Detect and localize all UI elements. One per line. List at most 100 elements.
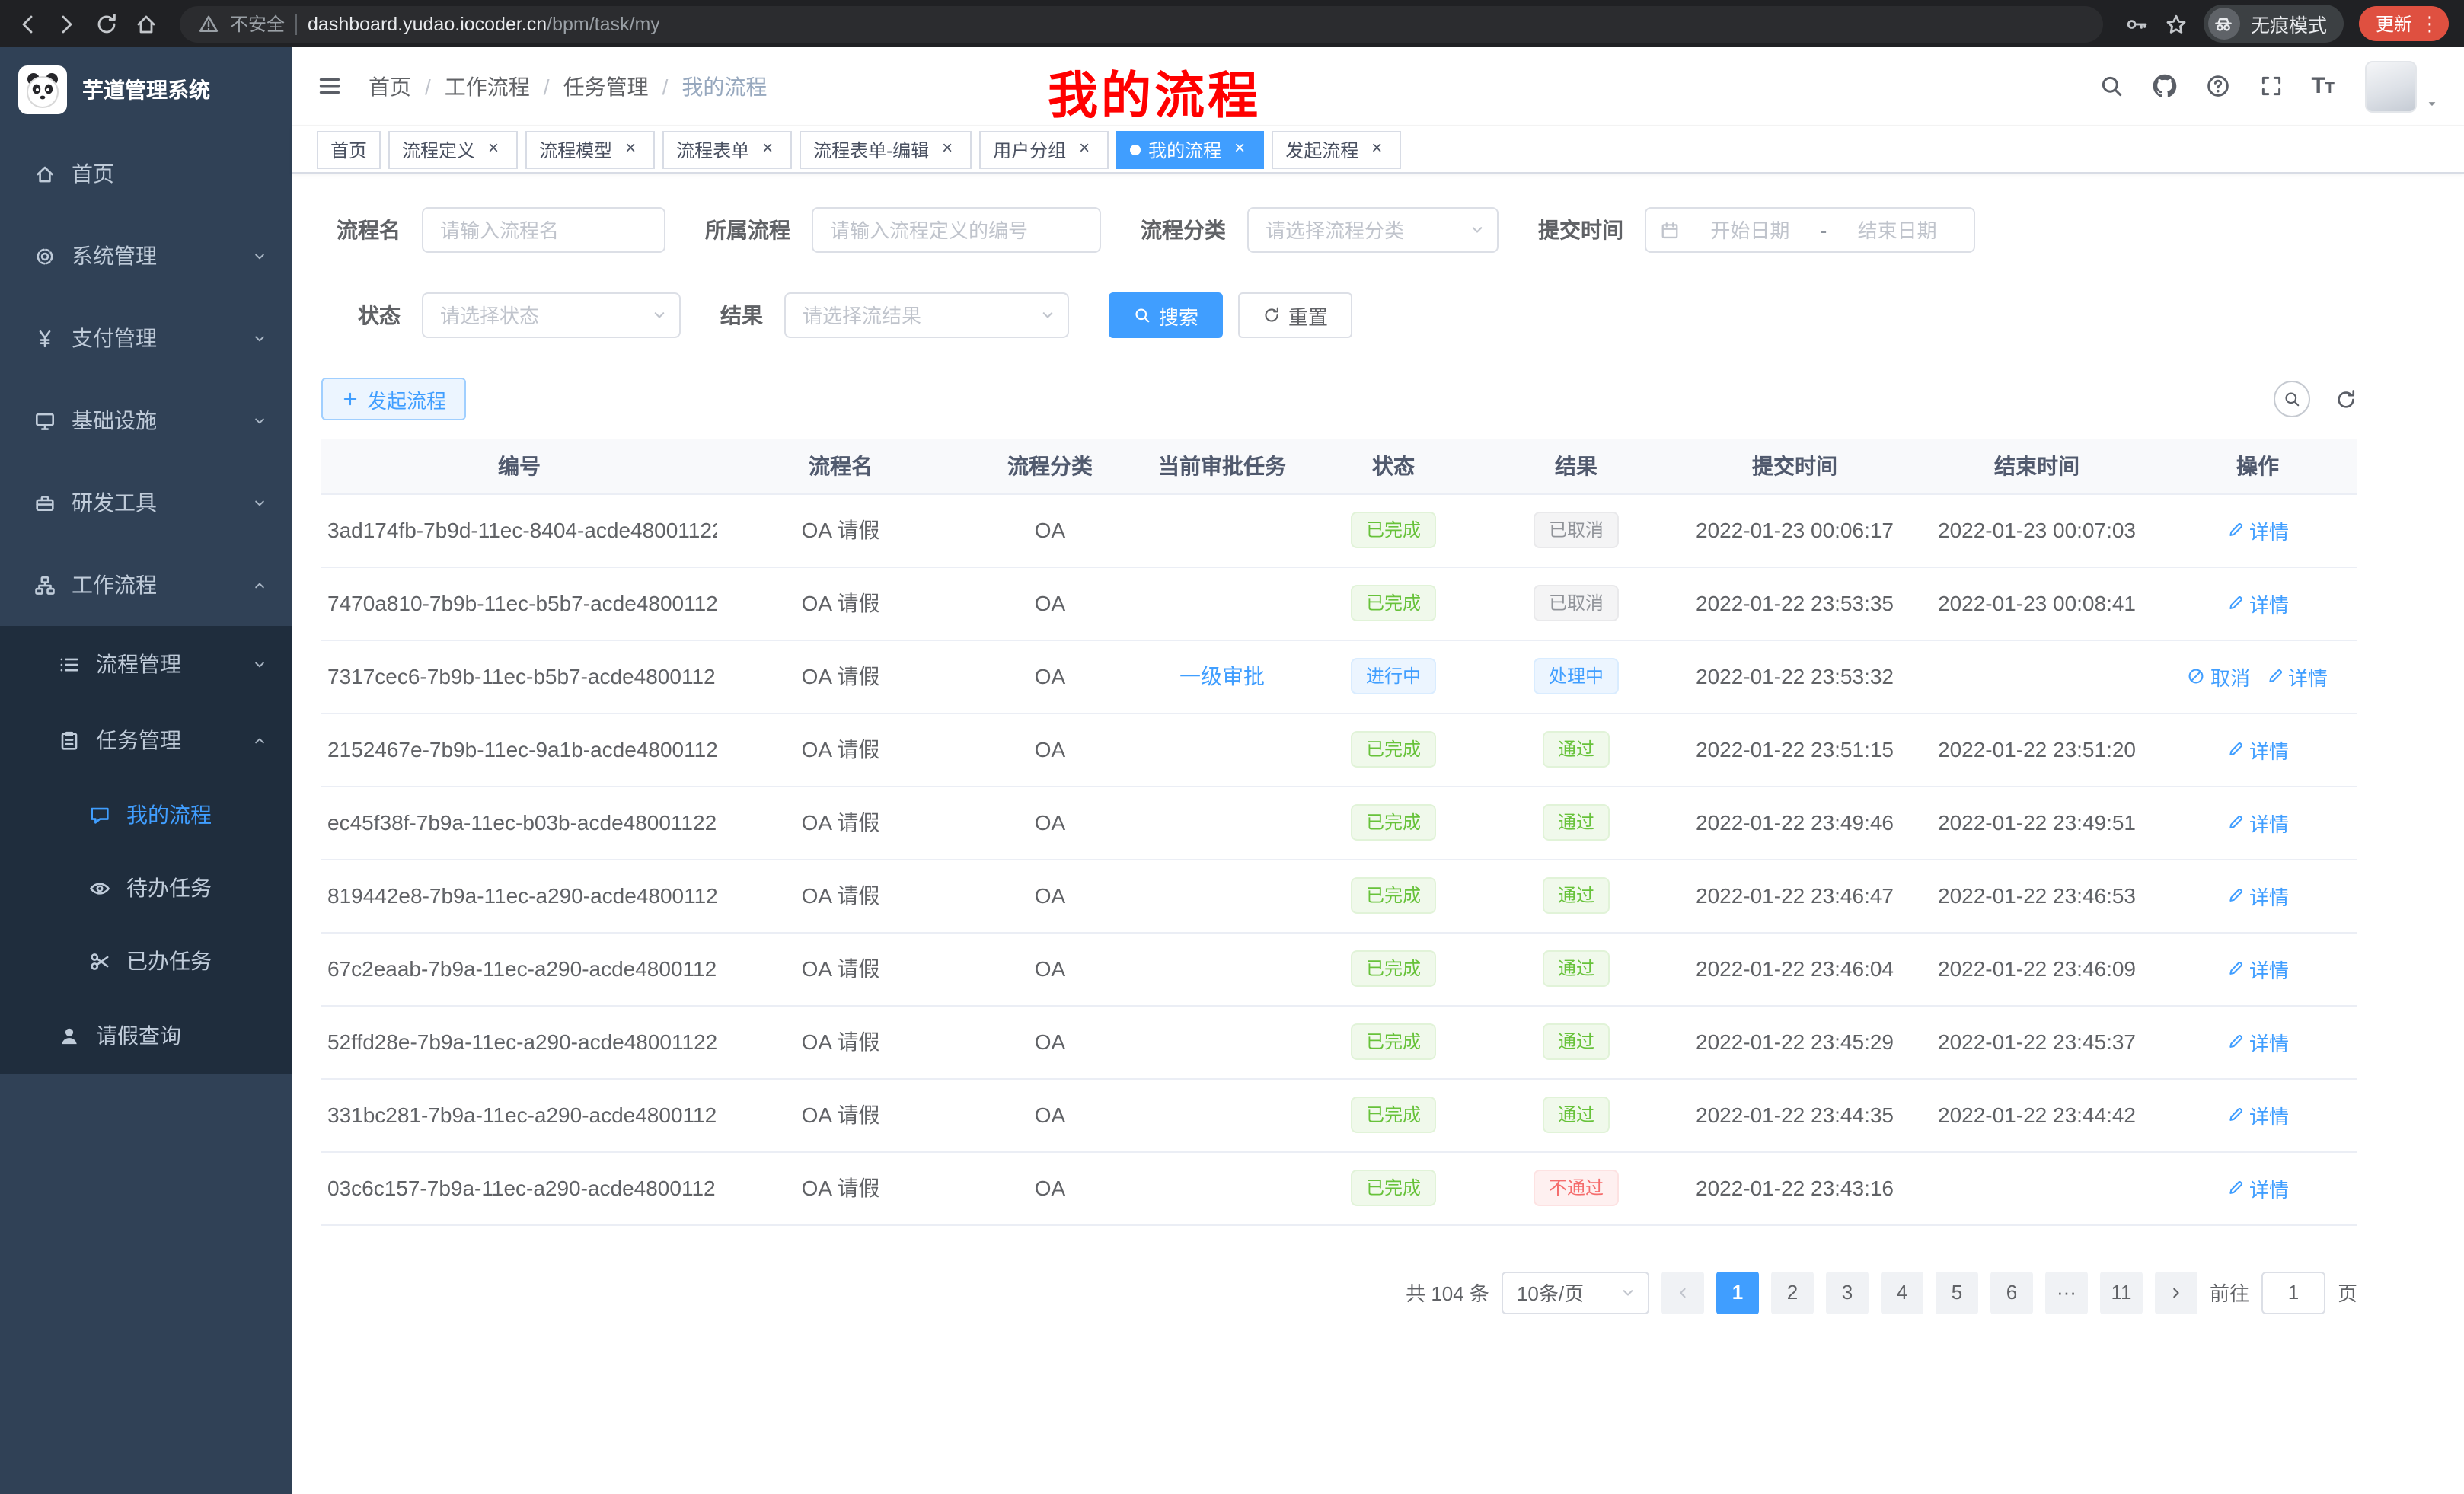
- tab-home[interactable]: 首页: [317, 130, 381, 168]
- detail-link[interactable]: 详情: [2265, 662, 2328, 691]
- address-bar[interactable]: 不安全 dashboard.yudao.iocoder.cn/bpm/task/…: [180, 5, 2103, 42]
- sidebar-toggle-icon[interactable]: [317, 73, 343, 99]
- detail-link[interactable]: 详情: [2226, 1100, 2289, 1129]
- page-ellipsis[interactable]: ···: [2045, 1271, 2088, 1314]
- sidebar-item-devtools[interactable]: 研发工具: [0, 461, 292, 544]
- goto-page-input[interactable]: [2261, 1271, 2325, 1314]
- sidebar-item-workflow[interactable]: 工作流程: [0, 544, 292, 626]
- detail-link[interactable]: 详情: [2226, 1027, 2289, 1056]
- detail-link[interactable]: 详情: [2226, 1173, 2289, 1202]
- tab-close-icon[interactable]: ×: [1229, 139, 1250, 160]
- page-button-4[interactable]: 4: [1881, 1271, 1923, 1314]
- browser-reload-icon[interactable]: [94, 11, 119, 36]
- detail-link[interactable]: 详情: [2226, 954, 2289, 983]
- browser-forward-icon[interactable]: [55, 11, 79, 36]
- tab-process-form-edit[interactable]: 流程表单-编辑×: [800, 130, 972, 168]
- sidebar-item-home[interactable]: 首页: [0, 132, 292, 215]
- sidebar-item-leave-query[interactable]: 请假查询: [0, 998, 292, 1074]
- page-size-select[interactable]: 10条/页: [1502, 1271, 1649, 1314]
- sidebar-item-process-mgmt[interactable]: 流程管理: [0, 626, 292, 702]
- process-def-input[interactable]: [812, 207, 1101, 253]
- start-date-input[interactable]: [1687, 219, 1813, 241]
- toolbar-right: [2274, 381, 2357, 417]
- process-name-input[interactable]: [422, 207, 665, 253]
- detail-link[interactable]: 详情: [2226, 735, 2289, 764]
- sidebar-item-todo-tasks[interactable]: 待办任务: [0, 851, 292, 924]
- search-button[interactable]: 搜索: [1109, 292, 1223, 338]
- password-key-icon[interactable]: [2124, 11, 2149, 36]
- status-tag: 已完成: [1351, 804, 1436, 841]
- cell-result: 通过: [1479, 713, 1674, 786]
- sidebar-item-task-mgmt[interactable]: 任务管理: [0, 702, 292, 778]
- app-logo-row[interactable]: 芋道管理系统: [0, 47, 292, 132]
- detail-link[interactable]: 详情: [2226, 589, 2289, 618]
- tab-close-icon[interactable]: ×: [483, 139, 504, 160]
- chevron-down-icon: [251, 494, 268, 511]
- process-def-label: 所属流程: [705, 215, 790, 245]
- browser-home-icon[interactable]: [134, 11, 158, 36]
- sidebar-item-done-tasks[interactable]: 已办任务: [0, 924, 292, 998]
- tags-view-bar: 首页流程定义×流程模型×流程表单×流程表单-编辑×用户分组×我的流程×发起流程×: [292, 126, 2464, 174]
- detail-link[interactable]: 详情: [2226, 881, 2289, 910]
- not-secure-warning-icon: [198, 13, 219, 34]
- result-tag: 处理中: [1534, 658, 1619, 694]
- current-task-link[interactable]: 一级审批: [1179, 664, 1265, 688]
- tab-close-icon[interactable]: ×: [1366, 139, 1387, 160]
- app-title: 芋道管理系统: [82, 75, 210, 105]
- sidebar-item-payment[interactable]: 支付管理: [0, 297, 292, 379]
- sidebar-item-my-process[interactable]: 我的流程: [0, 778, 292, 851]
- page-button-6[interactable]: 6: [1990, 1271, 2033, 1314]
- next-page-button[interactable]: [2155, 1271, 2197, 1314]
- tab-close-icon[interactable]: ×: [1074, 139, 1095, 160]
- font-size-icon[interactable]: TT: [2311, 75, 2335, 97]
- cell-process-name: OA 请假: [717, 567, 964, 640]
- result-select[interactable]: [784, 292, 1069, 338]
- security-label: 不安全: [230, 11, 285, 37]
- search-icon[interactable]: [2098, 73, 2124, 99]
- cancel-link[interactable]: 取消: [2188, 662, 2250, 691]
- tab-user-group[interactable]: 用户分组×: [979, 130, 1109, 168]
- cell-result: 通过: [1479, 1078, 1674, 1151]
- tab-close-icon[interactable]: ×: [937, 139, 958, 160]
- user-avatar[interactable]: [2365, 60, 2440, 112]
- help-icon[interactable]: [2204, 73, 2230, 99]
- breadcrumb-item[interactable]: 首页: [369, 71, 411, 101]
- fullscreen-icon[interactable]: [2258, 73, 2284, 99]
- cell-status: 已完成: [1308, 1005, 1479, 1078]
- category-select[interactable]: [1247, 207, 1499, 253]
- page-button-2[interactable]: 2: [1771, 1271, 1814, 1314]
- tab-process-form[interactable]: 流程表单×: [662, 130, 792, 168]
- start-process-button[interactable]: 发起流程: [321, 378, 466, 420]
- cell-submit-time: 2022-01-22 23:46:04: [1674, 932, 1916, 1005]
- toggle-search-button[interactable]: [2274, 381, 2310, 417]
- detail-link[interactable]: 详情: [2226, 516, 2289, 544]
- browser-update-button[interactable]: 更新 ⋮: [2359, 6, 2449, 41]
- tab-start-process[interactable]: 发起流程×: [1272, 130, 1401, 168]
- status-tag: 已完成: [1351, 585, 1436, 621]
- reset-button[interactable]: 重置: [1238, 292, 1352, 338]
- incognito-profile-chip[interactable]: 无痕模式: [2204, 5, 2344, 43]
- breadcrumb-item[interactable]: 任务管理: [563, 71, 649, 101]
- breadcrumb-item[interactable]: 工作流程: [445, 71, 530, 101]
- tab-process-definition[interactable]: 流程定义×: [388, 130, 518, 168]
- status-select[interactable]: [422, 292, 681, 338]
- tab-close-icon[interactable]: ×: [757, 139, 778, 160]
- tab-my-process[interactable]: 我的流程×: [1116, 130, 1264, 168]
- end-date-input[interactable]: [1834, 219, 1960, 241]
- page-button-11[interactable]: 11: [2100, 1271, 2143, 1314]
- submit-time-range-picker[interactable]: -: [1645, 207, 1975, 253]
- github-icon[interactable]: [2151, 73, 2177, 99]
- browser-back-icon[interactable]: [15, 11, 40, 36]
- bookmark-star-icon[interactable]: [2164, 11, 2188, 36]
- sidebar-item-infrastructure[interactable]: 基础设施: [0, 379, 292, 461]
- chevron-down-icon: [251, 247, 268, 264]
- page-button-5[interactable]: 5: [1936, 1271, 1978, 1314]
- tab-process-model[interactable]: 流程模型×: [525, 130, 655, 168]
- tab-close-icon[interactable]: ×: [620, 139, 641, 160]
- page-button-1[interactable]: 1: [1716, 1271, 1759, 1314]
- sidebar-item-system[interactable]: 系统管理: [0, 215, 292, 297]
- refresh-table-button[interactable]: [2335, 388, 2357, 410]
- prev-page-button[interactable]: [1661, 1271, 1704, 1314]
- detail-link[interactable]: 详情: [2226, 808, 2289, 837]
- page-button-3[interactable]: 3: [1826, 1271, 1869, 1314]
